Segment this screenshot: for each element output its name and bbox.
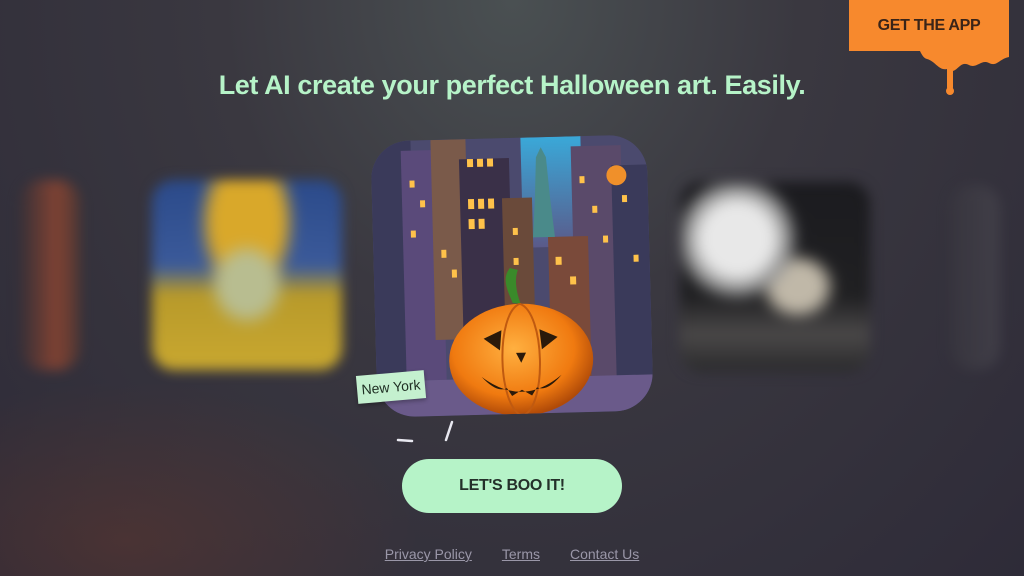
footer-links: Privacy Policy Terms Contact Us [0,546,1024,562]
carousel-card-right-edge[interactable] [950,185,1000,370]
carousel-card-skull[interactable] [152,180,342,370]
page-headline: Let AI create your perfect Halloween art… [218,70,806,100]
scribble-decoration [396,420,454,443]
privacy-policy-link[interactable]: Privacy Policy [385,546,472,562]
lets-boo-it-button[interactable]: LET'S BOO IT! [402,459,622,513]
carousel-card-left-edge[interactable] [20,180,80,370]
contact-us-link[interactable]: Contact Us [570,546,639,562]
carousel-card-moon[interactable] [680,182,870,372]
terms-link[interactable]: Terms [502,546,540,562]
get-the-app-button[interactable]: GET THE APP [849,0,1009,51]
location-tag: New York [355,370,427,404]
